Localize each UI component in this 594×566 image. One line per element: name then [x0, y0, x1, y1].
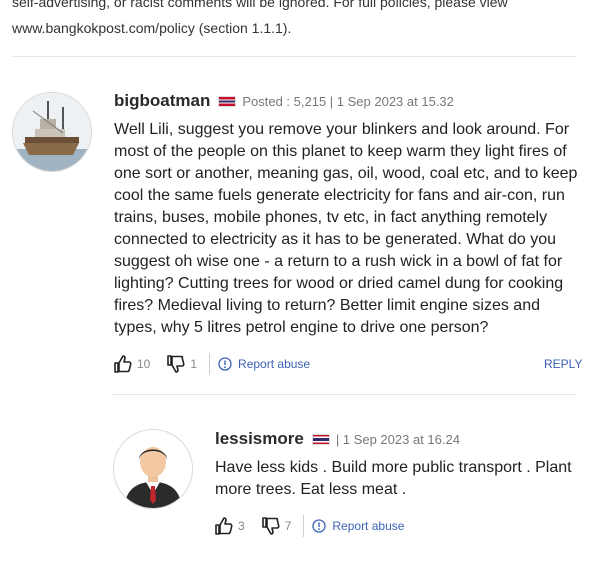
policy-line-2: www.bangkokpost.com/policy (section 1.1.…	[12, 20, 292, 36]
username[interactable]: lessismore	[215, 429, 304, 449]
policy-line-1: self-advertising, or racist comments wil…	[12, 0, 508, 10]
info-icon	[218, 357, 232, 371]
avatar[interactable]	[12, 92, 92, 172]
comment-meta: | 1 Sep 2023 at 16.24	[335, 431, 460, 447]
report-abuse-label[interactable]: Report abuse	[238, 357, 310, 371]
reply-button[interactable]: REPLY	[544, 357, 582, 371]
comment-actions: 3 7 Report abuse	[214, 515, 404, 537]
thailand-flag-icon	[218, 95, 237, 107]
thumbs-down-icon[interactable]	[261, 516, 281, 536]
dislike-count: 1	[190, 357, 198, 371]
boat-avatar-icon	[13, 93, 91, 171]
username[interactable]: bigboatman	[114, 91, 210, 111]
person-avatar-icon	[114, 430, 192, 508]
report-abuse-link[interactable]: Report abuse	[312, 519, 404, 533]
thumbs-down-icon[interactable]	[166, 354, 186, 374]
reply-divider	[112, 394, 576, 395]
like-count: 3	[238, 519, 245, 533]
comment-header: lessismore | 1 Sep 2023 at 16.24	[215, 429, 460, 449]
report-abuse-link[interactable]: Report abuse	[218, 357, 310, 371]
comment-text: Well Lili, suggest you remove your blink…	[114, 121, 578, 336]
dislike-count: 7	[284, 519, 292, 533]
action-separator	[303, 515, 305, 537]
action-separator	[209, 353, 211, 375]
comment-text: Have less kids . Build more public trans…	[215, 459, 572, 498]
thailand-flag-icon	[311, 433, 330, 445]
comment-policy-note: self-advertising, or racist comments wil…	[12, 0, 582, 41]
report-abuse-label[interactable]: Report abuse	[332, 519, 404, 533]
avatar[interactable]	[113, 429, 193, 509]
thumbs-up-icon[interactable]	[113, 354, 133, 374]
comment-actions: 10 1 Report abuse	[113, 353, 310, 375]
info-icon	[312, 519, 327, 533]
comment-header: bigboatman Posted : 5,215 | 1 Sep 2023 a…	[114, 91, 454, 111]
comment-meta: Posted : 5,215 | 1 Sep 2023 at 15.32	[242, 93, 454, 109]
like-count: 10	[137, 357, 151, 371]
thumbs-up-icon[interactable]	[214, 516, 234, 536]
section-divider	[12, 56, 576, 57]
